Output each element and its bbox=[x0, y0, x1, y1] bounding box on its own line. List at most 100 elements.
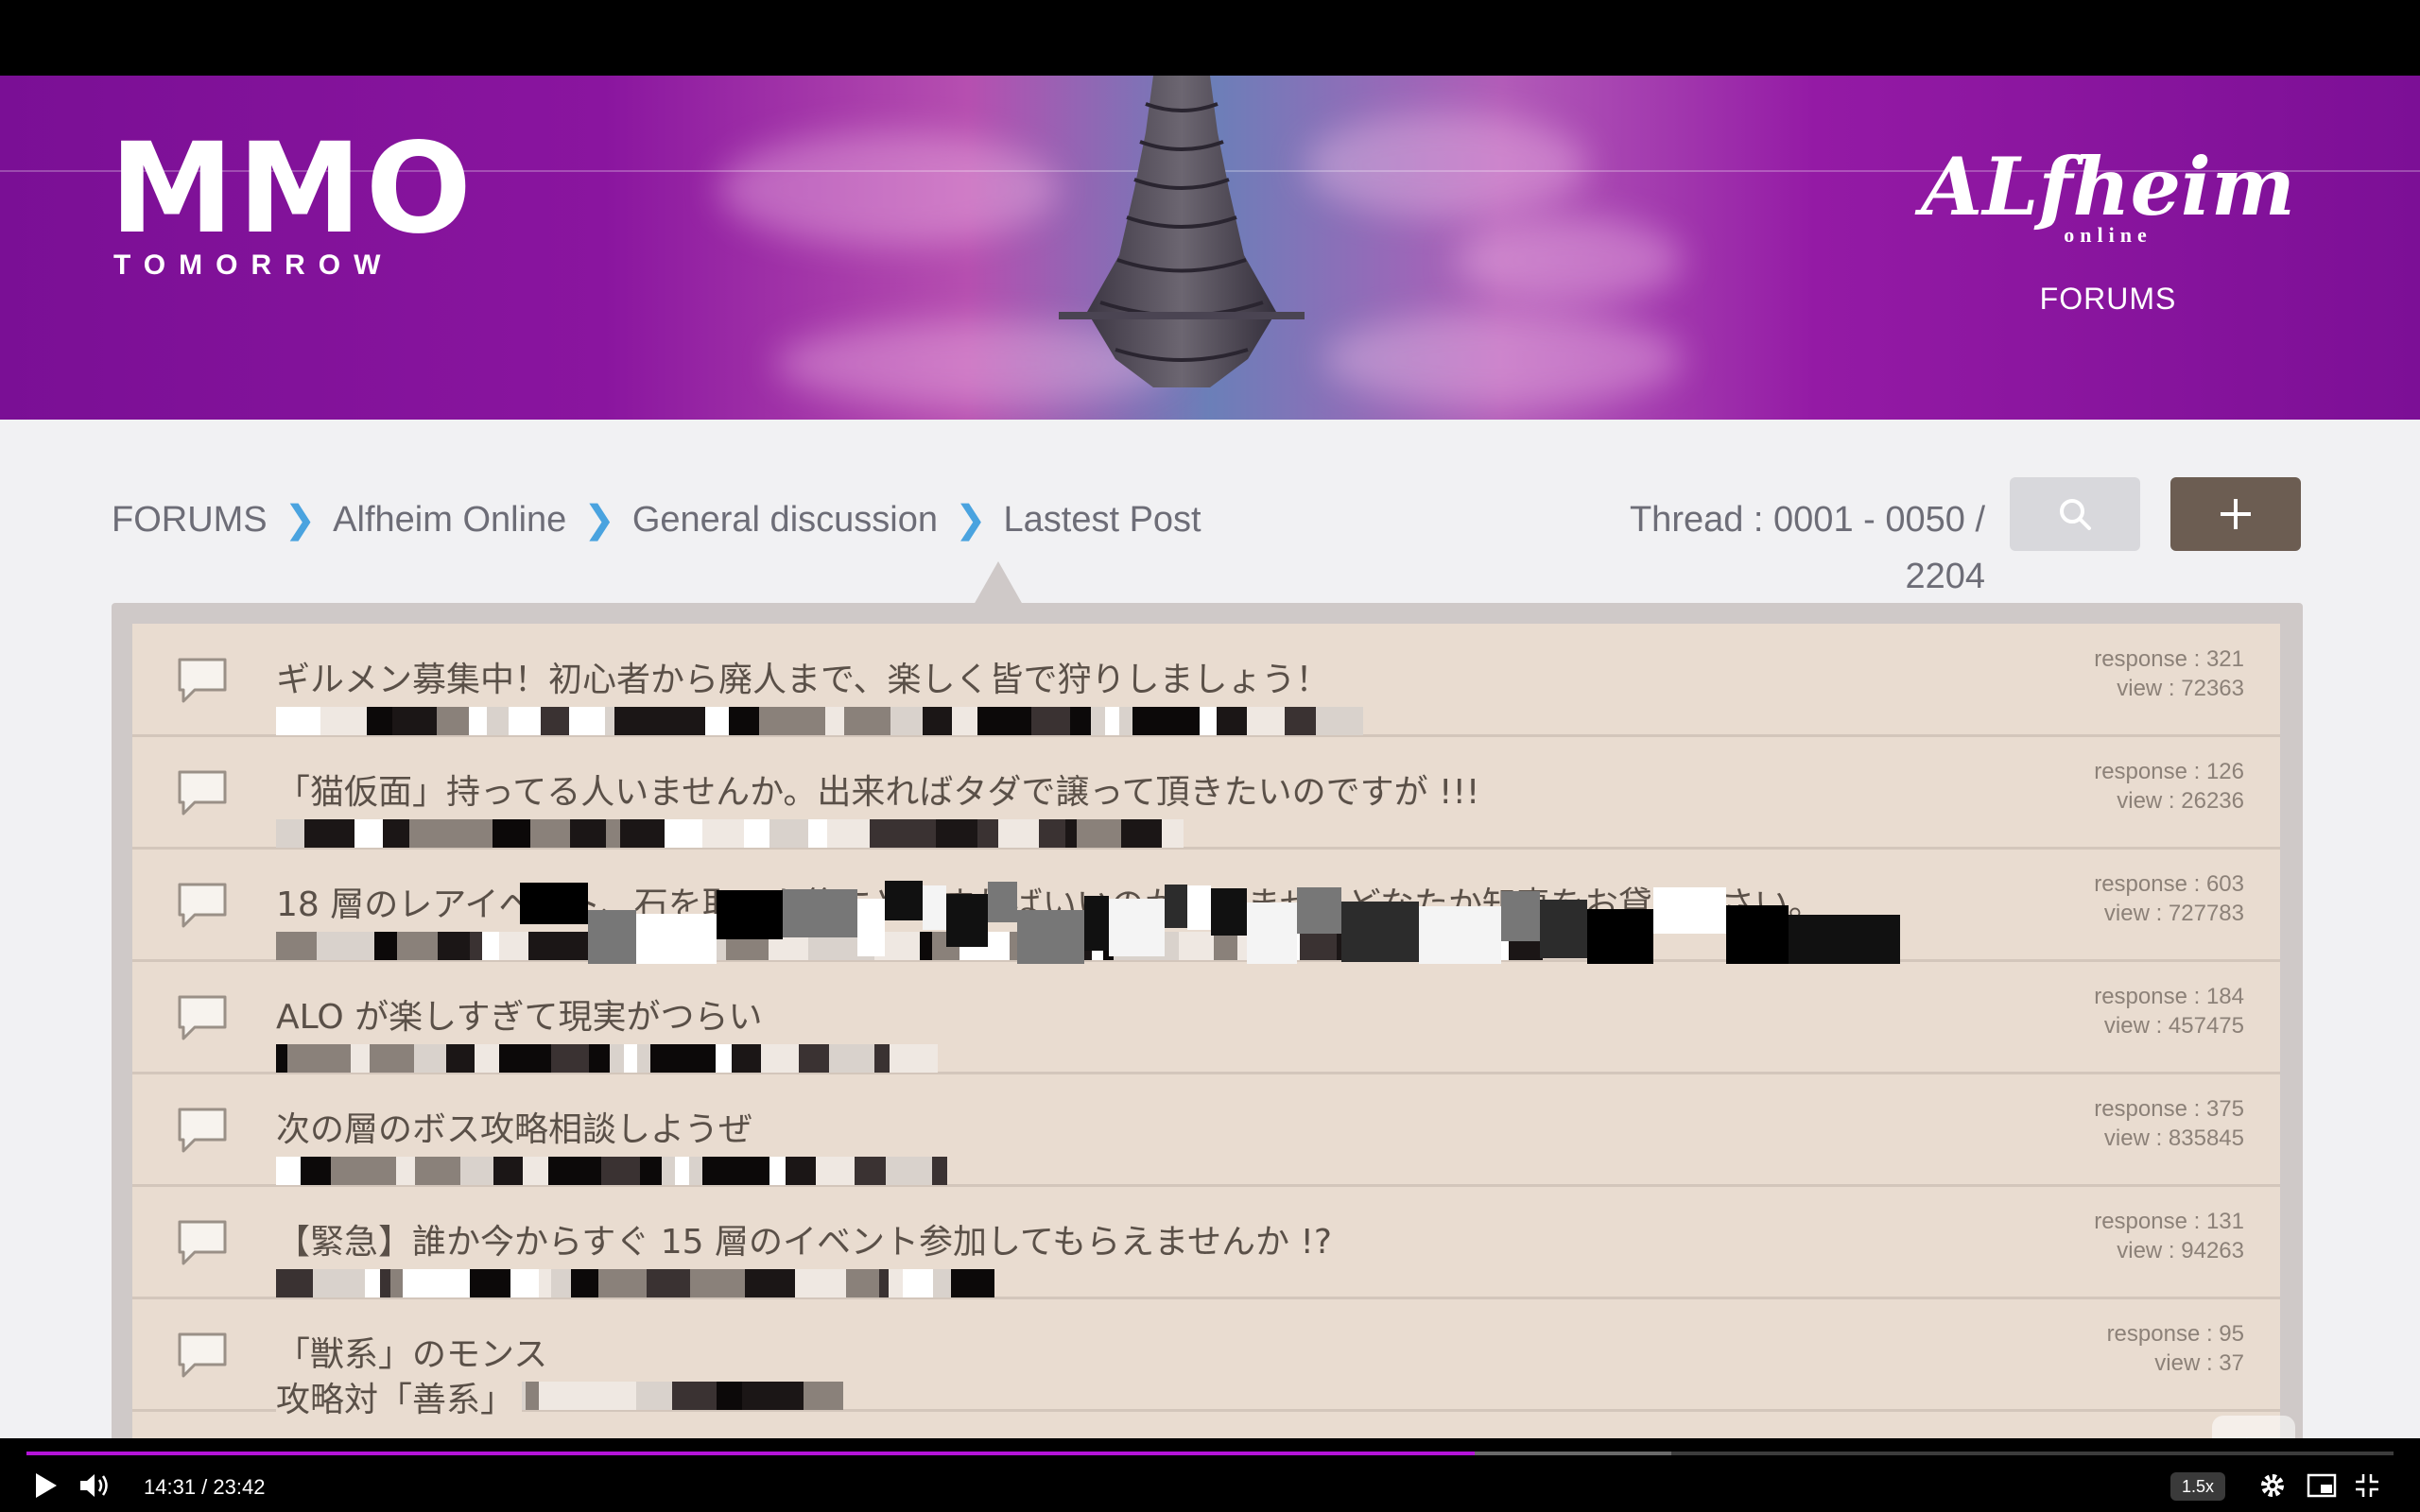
redaction-block bbox=[869, 819, 908, 848]
thread-title[interactable]: 「猫仮面」持ってる人いませんか。出来ればタダで譲って頂きたいのですが !!! bbox=[276, 765, 1479, 814]
redaction-block bbox=[808, 819, 828, 848]
thread-stats: response : 603 view : 727783 bbox=[2094, 869, 2244, 928]
thread-title[interactable]: ALO が楽しすぎて現実がつらい bbox=[276, 989, 762, 1039]
thread-row[interactable]: 【緊急】誰か今からすぐ 15 層のイベント参加してもらえませんか !? respo… bbox=[132, 1186, 2280, 1299]
redaction-block bbox=[470, 1269, 510, 1297]
redaction-block bbox=[1246, 707, 1286, 735]
redaction-block bbox=[843, 707, 890, 735]
redaction-block bbox=[637, 1044, 650, 1073]
tv-logo-watermark bbox=[2212, 1416, 2295, 1438]
thread-row[interactable]: ALO が楽しすぎて現実がつらい response : 184 view : 457… bbox=[132, 961, 2280, 1074]
redaction-block bbox=[620, 819, 666, 848]
exit-fullscreen-button[interactable] bbox=[2348, 1467, 2386, 1504]
glitch-block bbox=[1109, 899, 1165, 956]
mmo-tomorrow-logo[interactable]: MMO TOMORROW bbox=[110, 116, 475, 281]
volume-button[interactable] bbox=[74, 1467, 115, 1504]
redaction-block bbox=[547, 1157, 578, 1185]
thread-row[interactable]: ギルメン募集中！初心者から廃人まで、楽しく皆で狩りしましょう！ response … bbox=[132, 624, 2280, 737]
redaction-block bbox=[481, 932, 500, 960]
thread-list-body: ギルメン募集中！初心者から廃人まで、楽しく皆で狩りしましょう！ response … bbox=[132, 624, 2280, 1438]
thread-title[interactable]: 【緊急】誰か今からすぐ 15 層のイベント参加してもらえませんか !? bbox=[276, 1214, 1332, 1263]
redaction-block bbox=[888, 1269, 904, 1297]
redaction-block bbox=[450, 1269, 471, 1297]
video-frame[interactable]: MMO TOMORROW ALfheim online FORUMS FORUM… bbox=[0, 76, 2420, 1438]
redaction-block bbox=[675, 1157, 690, 1185]
redaction-block bbox=[367, 707, 393, 735]
logo-mmo-text: MMO bbox=[110, 116, 475, 262]
progress-bar[interactable] bbox=[26, 1452, 2394, 1455]
thread-title[interactable]: 次の層のボス攻略相談しようぜ bbox=[276, 1102, 752, 1151]
redaction-block bbox=[816, 1157, 855, 1185]
volume-icon bbox=[80, 1474, 108, 1497]
thread-row[interactable]: 次の層のボス攻略相談しようぜ response : 375 view : 83584… bbox=[132, 1074, 2280, 1187]
glitch-block bbox=[520, 883, 588, 924]
playback-time: 14:31 / 23:42 bbox=[144, 1475, 266, 1499]
redaction-block bbox=[539, 1269, 552, 1297]
redaction-block bbox=[606, 819, 621, 848]
redaction-block bbox=[1064, 819, 1077, 848]
breadcrumb-general-discussion[interactable]: General discussion bbox=[632, 500, 938, 541]
redaction-block bbox=[885, 1157, 933, 1185]
played-range bbox=[26, 1452, 1476, 1455]
redaction-block bbox=[276, 707, 320, 735]
thread-preview-redacted bbox=[276, 819, 1184, 848]
breadcrumb-forums[interactable]: FORUMS bbox=[112, 500, 268, 541]
speech-bubble-icon bbox=[178, 658, 227, 703]
redaction-block bbox=[276, 1269, 314, 1297]
redaction-block bbox=[354, 819, 384, 848]
redaction-block bbox=[1132, 707, 1156, 735]
miniplayer-button[interactable] bbox=[2303, 1467, 2341, 1504]
redaction-block bbox=[701, 819, 745, 848]
redaction-block bbox=[589, 1044, 611, 1073]
redaction-block bbox=[798, 1044, 829, 1073]
redaction-block bbox=[526, 1382, 539, 1410]
playback-speed-button[interactable]: 1.5x bbox=[2170, 1472, 2225, 1501]
logo-forums-caption: FORUMS bbox=[2039, 282, 2177, 316]
breadcrumb-alfheim-online[interactable]: Alfheim Online bbox=[333, 500, 566, 541]
redaction-block bbox=[1199, 707, 1217, 735]
redaction-block bbox=[446, 1044, 475, 1073]
speech-bubble-icon bbox=[178, 1220, 227, 1265]
play-button[interactable] bbox=[26, 1467, 64, 1504]
thread-stats: response : 95 view : 37 bbox=[2107, 1319, 2244, 1378]
redaction-block bbox=[468, 707, 487, 735]
redaction-block bbox=[570, 1269, 598, 1297]
settings-button[interactable] bbox=[2254, 1467, 2291, 1504]
redaction-block bbox=[724, 1269, 746, 1297]
breadcrumb-latest-post[interactable]: Lastest Post bbox=[1004, 500, 1201, 541]
redaction-block bbox=[1316, 707, 1363, 735]
redaction-block bbox=[392, 707, 438, 735]
redaction-block bbox=[486, 707, 509, 735]
redaction-block bbox=[689, 1157, 703, 1185]
letterbox-top bbox=[0, 0, 2420, 76]
alfheim-online-logo[interactable]: ALfheim online FORUMS bbox=[1910, 142, 2307, 317]
thread-stats: response : 184 view : 457475 bbox=[2094, 982, 2244, 1040]
thread-stats: response : 126 view : 26236 bbox=[2094, 757, 2244, 816]
search-button[interactable] bbox=[2010, 477, 2140, 551]
redaction-block bbox=[639, 1157, 662, 1185]
thread-title[interactable]: 「獣系」のモンス bbox=[276, 1327, 547, 1376]
redaction-block bbox=[445, 819, 493, 848]
redaction-block bbox=[1039, 819, 1065, 848]
redaction-block bbox=[854, 1157, 886, 1185]
thread-row[interactable]: 「猫仮面」持ってる人いませんか。出来ればタダで譲って頂きたいのですが !!! re… bbox=[132, 736, 2280, 850]
redaction-block bbox=[597, 1269, 618, 1297]
redaction-block bbox=[1069, 707, 1092, 735]
view-count: view : 26236 bbox=[2117, 788, 2244, 814]
new-thread-button[interactable] bbox=[2170, 477, 2301, 551]
redaction-block bbox=[551, 1269, 571, 1297]
redaction-block bbox=[748, 707, 760, 735]
response-count: response : 321 bbox=[2094, 646, 2244, 672]
redaction-block bbox=[276, 932, 318, 960]
redaction-block bbox=[614, 707, 657, 735]
glitch-block bbox=[636, 914, 717, 964]
thread-preview-redacted bbox=[276, 1157, 947, 1185]
thread-title[interactable]: ギルメン募集中！初心者から廃人まで、楽しく皆で狩りしましょう！ bbox=[276, 652, 1330, 701]
redaction-block bbox=[569, 707, 606, 735]
redaction-block bbox=[661, 1157, 676, 1185]
thread-row[interactable]: 「獣系」のモンス 攻略対「善系」 response : 95 view : 37 bbox=[132, 1298, 2280, 1421]
redaction-block bbox=[715, 1044, 733, 1073]
glitch-block bbox=[1247, 902, 1297, 964]
redaction-block bbox=[276, 1044, 287, 1073]
redaction-block bbox=[769, 1157, 786, 1185]
